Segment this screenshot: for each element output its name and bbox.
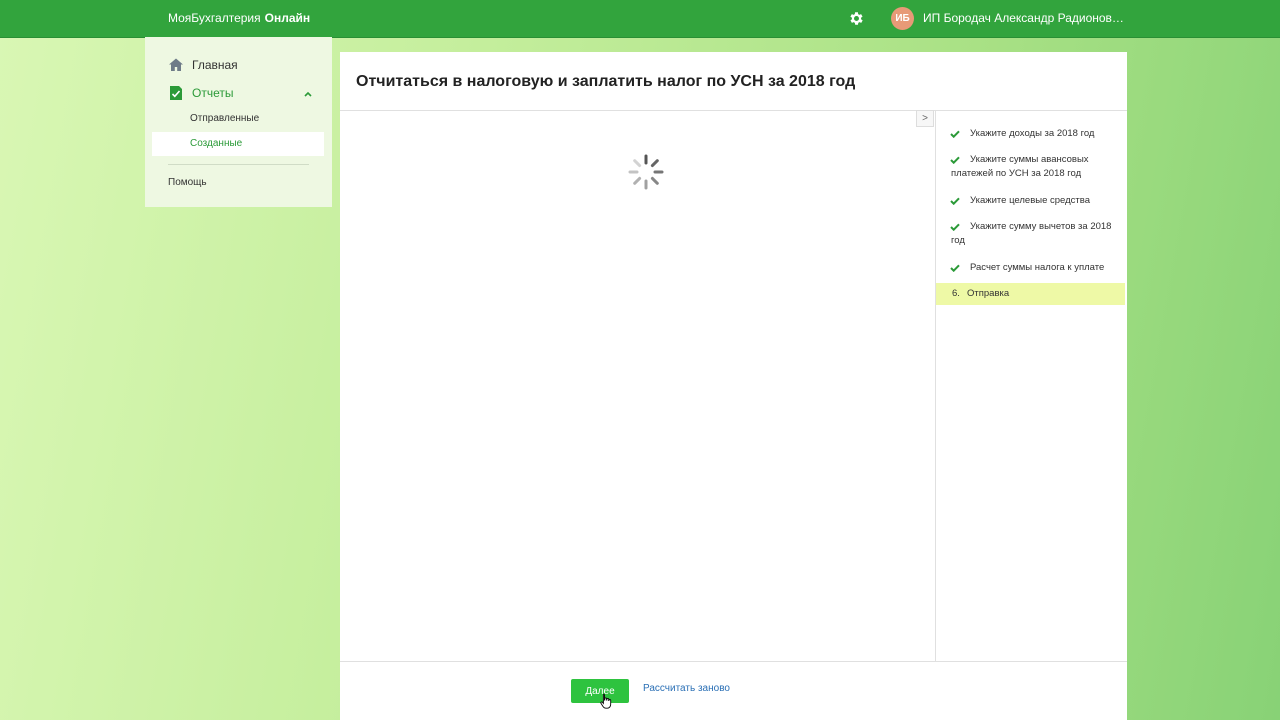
- sidebar-item-help[interactable]: Помощь: [168, 177, 207, 188]
- sidebar-item-reports[interactable]: Отчеты: [168, 85, 233, 101]
- main-panel: Отчитаться в налоговую и заплатить налог…: [340, 52, 1127, 720]
- sidebar-item-label: Отчеты: [192, 86, 234, 100]
- avatar[interactable]: ИБ: [891, 7, 914, 30]
- content-area: [340, 111, 935, 661]
- brand-name: МояБухгалтерия: [168, 11, 261, 25]
- hand-cursor-icon: [600, 693, 612, 709]
- step-label: Расчет суммы налога к уплате: [970, 262, 1105, 273]
- user-name[interactable]: ИП Бородач Александр Радионов…: [923, 11, 1124, 25]
- loading-spinner-icon: [628, 154, 664, 190]
- collapse-steps-button[interactable]: >: [916, 110, 934, 127]
- step-label: Отправка: [967, 288, 1010, 299]
- sidebar-divider: [168, 164, 309, 165]
- step-label: Укажите суммы авансовых платежей по УСН …: [951, 154, 1089, 179]
- sidebar: Главная Отчеты Отправленные Созданные По…: [145, 37, 332, 207]
- top-bar: МояБухгалтерия Онлайн ИБ ИП Бородач Алекс…: [0, 0, 1280, 38]
- step-item[interactable]: Укажите доходы за 2018 год: [936, 126, 1125, 146]
- steps-panel: Укажите доходы за 2018 год Укажите суммы…: [936, 111, 1127, 661]
- step-label: Укажите целевые средства: [970, 195, 1090, 206]
- brand-logo[interactable]: МояБухгалтерия Онлайн: [168, 11, 310, 25]
- step-item[interactable]: Укажите целевые средства: [936, 193, 1125, 213]
- sidebar-subitem-label: Отправленные: [190, 113, 260, 124]
- chevron-up-icon[interactable]: [303, 90, 313, 98]
- step-label: Укажите сумму вычетов за 2018 год: [951, 221, 1112, 246]
- sidebar-subitem-label: Созданные: [190, 138, 243, 149]
- report-icon: [170, 86, 182, 100]
- recalculate-link[interactable]: Рассчитать заново: [643, 683, 730, 694]
- footer-divider: [340, 661, 1127, 662]
- gear-icon[interactable]: [848, 10, 865, 27]
- step-item[interactable]: Расчет суммы налога к уплате: [936, 260, 1125, 280]
- step-number: 6.: [952, 288, 960, 299]
- step-label: Укажите доходы за 2018 год: [970, 128, 1095, 139]
- step-item[interactable]: Укажите сумму вычетов за 2018 год: [936, 219, 1125, 251]
- sidebar-item-label: Главная: [192, 58, 238, 72]
- step-item-active[interactable]: 6. Отправка: [936, 283, 1125, 305]
- brand-suffix: Онлайн: [264, 11, 311, 25]
- page-title: Отчитаться в налоговую и заплатить налог…: [356, 73, 856, 90]
- sidebar-subitem-created[interactable]: Созданные: [152, 132, 324, 156]
- sidebar-item-home[interactable]: Главная: [168, 57, 238, 73]
- step-item[interactable]: Укажите суммы авансовых платежей по УСН …: [936, 152, 1125, 184]
- sidebar-subitem-sent[interactable]: Отправленные: [152, 107, 324, 131]
- home-icon: [169, 58, 183, 71]
